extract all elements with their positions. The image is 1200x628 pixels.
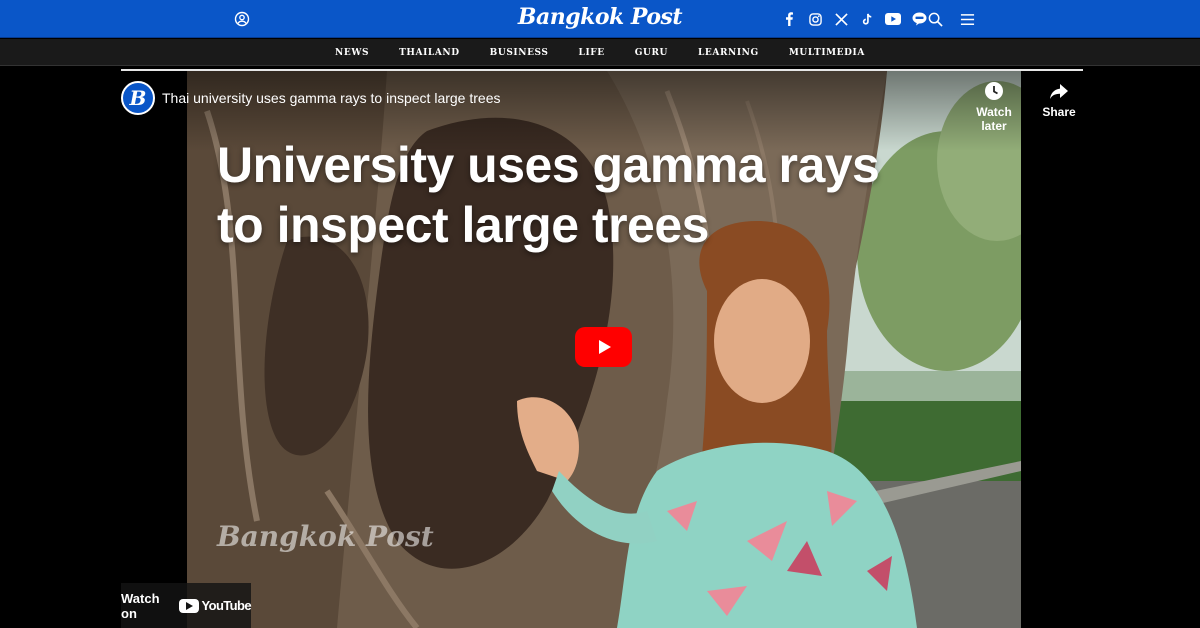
header-actions	[926, 10, 976, 28]
nav-item-learning[interactable]: LEARNING	[683, 48, 774, 58]
video-headline: University uses gamma rays to inspect la…	[217, 137, 880, 253]
facebook-icon[interactable]	[780, 10, 798, 28]
youtube-logo: YouTube	[178, 598, 252, 613]
x-icon[interactable]	[832, 10, 850, 28]
top-header: Bangkok Post	[0, 0, 1200, 38]
share-button[interactable]: Share	[1029, 81, 1083, 119]
video-watermark: Bangkok Post	[217, 520, 434, 553]
play-icon	[598, 340, 611, 354]
nav-item-life[interactable]: LIFE	[564, 48, 620, 58]
hamburger-menu-icon[interactable]	[958, 10, 976, 28]
instagram-icon[interactable]	[806, 10, 824, 28]
search-icon[interactable]	[926, 10, 944, 28]
site-logo[interactable]: Bangkok Post	[0, 4, 1200, 30]
nav-item-business[interactable]: BUSINESS	[475, 48, 564, 58]
youtube-icon[interactable]	[884, 10, 902, 28]
clock-icon	[984, 81, 1004, 101]
video-title[interactable]: Thai university uses gamma rays to inspe…	[162, 90, 500, 106]
nav-item-guru[interactable]: GURU	[620, 48, 683, 58]
nav-item-news[interactable]: NEWS	[320, 48, 384, 58]
share-arrow-icon	[1049, 81, 1069, 101]
youtube-play-icon	[178, 598, 199, 613]
nav-item-thailand[interactable]: THAILAND	[384, 48, 475, 58]
watch-later-button[interactable]: Watch later	[964, 81, 1024, 133]
play-button[interactable]	[575, 327, 632, 367]
watch-on-youtube-button[interactable]: Watch on YouTube	[121, 583, 252, 628]
channel-avatar[interactable]: B	[121, 81, 155, 115]
main-navigation: NEWS THAILAND BUSINESS LIFE GURU LEARNIN…	[0, 39, 1200, 66]
tiktok-icon[interactable]	[858, 10, 876, 28]
youtube-video-player[interactable]: B Thai university uses gamma rays to ins…	[121, 71, 1083, 628]
social-links	[780, 10, 928, 28]
nav-item-multimedia[interactable]: MULTIMEDIA	[774, 48, 880, 58]
